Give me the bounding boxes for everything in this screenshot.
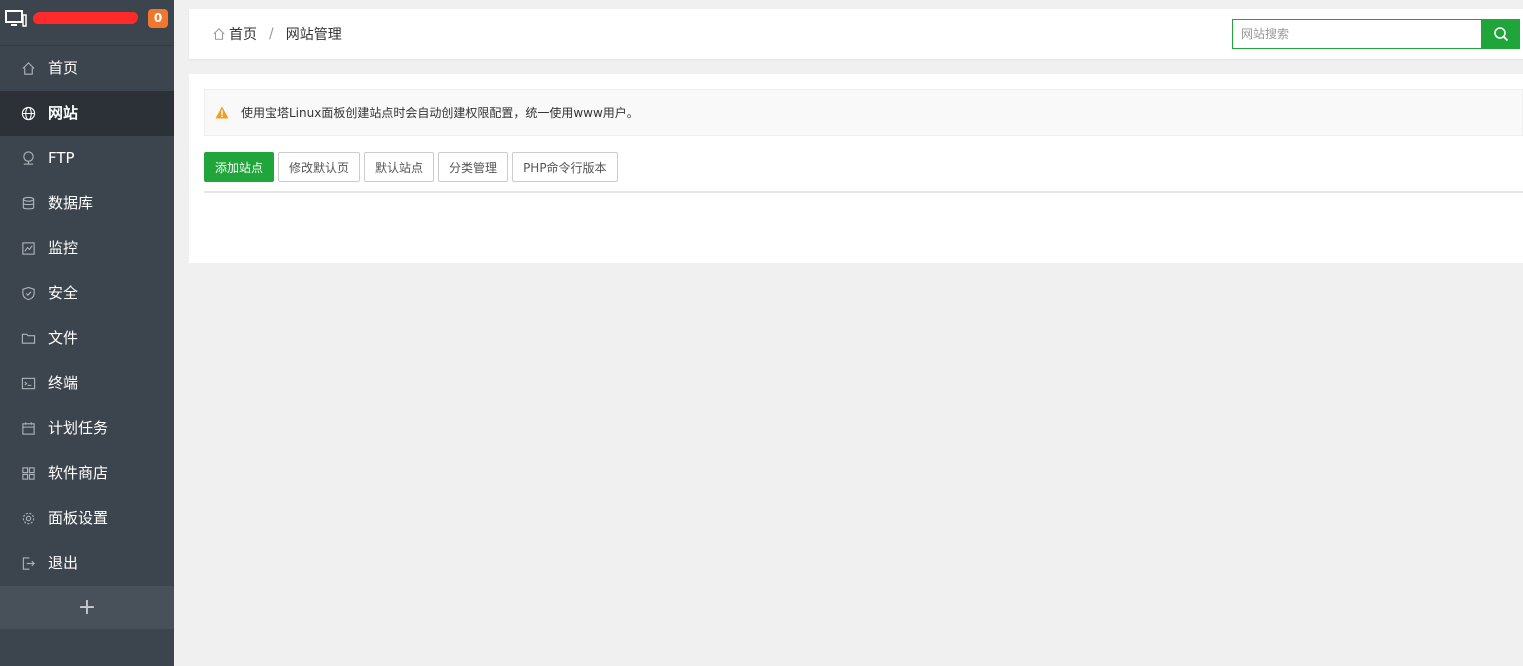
sidebar-header: 0 — [0, 0, 174, 46]
top-bar: 首页 / 网站管理 — [189, 9, 1523, 59]
category-manage-button[interactable]: 分类管理 — [438, 152, 509, 182]
sidebar-item-label: 终端 — [48, 374, 79, 392]
sidebar-item-terminal[interactable]: 终端 — [0, 361, 174, 406]
sidebar-item-label: 软件商店 — [48, 464, 109, 482]
sidebar: 0 首页 网站 FTP 数据库 监控 安全 文件 终端 计划任务 软件商店 面板… — [0, 0, 174, 666]
database-icon — [21, 196, 36, 211]
toolbar: 添加站点 修改默认页 默认站点 分类管理 PHP命令行版本 — [204, 152, 622, 182]
sidebar-item-label: 计划任务 — [48, 419, 109, 437]
add-site-button[interactable]: 添加站点 — [204, 152, 275, 182]
notification-badge[interactable]: 0 — [148, 9, 168, 28]
sidebar-item-logout[interactable]: 退出 — [0, 541, 174, 586]
shield-icon — [21, 286, 36, 301]
default-site-button[interactable]: 默认站点 — [364, 152, 435, 182]
sidebar-item-monitor[interactable]: 监控 — [0, 226, 174, 271]
redacted-hostname — [32, 12, 139, 24]
breadcrumb-home-link[interactable]: 首页 — [229, 24, 257, 44]
sidebar-item-cron[interactable]: 计划任务 — [0, 406, 174, 451]
php-cli-version-button[interactable]: PHP命令行版本 — [512, 152, 618, 182]
breadcrumb-separator: / — [269, 26, 274, 42]
breadcrumb: 首页 / 网站管理 — [212, 9, 342, 59]
calendar-icon — [21, 421, 36, 436]
sidebar-item-security[interactable]: 安全 — [0, 271, 174, 316]
sidebar-item-website[interactable]: 网站 — [0, 91, 174, 136]
sidebar-item-label: 首页 — [48, 59, 79, 77]
search-input[interactable] — [1232, 19, 1481, 49]
table-divider — [204, 191, 1523, 193]
folder-icon — [21, 331, 36, 346]
breadcrumb-current: 网站管理 — [285, 27, 342, 43]
sidebar-item-store[interactable]: 软件商店 — [0, 451, 174, 496]
ftp-icon — [21, 151, 36, 166]
sidebar-item-label: 面板设置 — [48, 509, 109, 527]
site-search — [1232, 19, 1520, 49]
sidebar-item-label: 文件 — [48, 329, 79, 347]
sidebar-item-label: FTP — [48, 149, 75, 167]
monitor-chart-icon — [21, 241, 36, 256]
grid-icon — [21, 466, 36, 481]
sidebar-item-label: 网站 — [48, 104, 79, 122]
terminal-icon — [21, 376, 36, 391]
site-management-panel: 使用宝塔Linux面板创建站点时会自动创建权限配置，统一使用www用户。 添加站… — [189, 74, 1523, 263]
sidebar-item-database[interactable]: 数据库 — [0, 181, 174, 226]
sidebar-item-home[interactable]: 首页 — [0, 46, 174, 91]
sidebar-item-label: 数据库 — [48, 194, 94, 212]
sidebar-item-label: 退出 — [48, 554, 79, 572]
sidebar-item-ftp[interactable]: FTP — [0, 136, 174, 181]
home-icon — [21, 61, 36, 76]
sidebar-item-files[interactable]: 文件 — [0, 316, 174, 361]
warning-icon — [215, 106, 229, 119]
sidebar-item-label: 监控 — [48, 239, 79, 257]
home-icon — [213, 28, 225, 40]
gear-icon — [21, 511, 36, 526]
sidebar-item-label: 安全 — [48, 284, 79, 302]
server-icon — [5, 10, 27, 27]
globe-icon — [21, 106, 36, 121]
logout-icon — [21, 556, 36, 571]
add-shortcut-button[interactable]: + — [0, 586, 174, 629]
notice-text: 使用宝塔Linux面板创建站点时会自动创建权限配置，统一使用www用户。 — [241, 106, 639, 120]
sidebar-item-settings[interactable]: 面板设置 — [0, 496, 174, 541]
search-button[interactable] — [1481, 19, 1520, 49]
info-notice: 使用宝塔Linux面板创建站点时会自动创建权限配置，统一使用www用户。 — [204, 89, 1523, 136]
search-icon — [1493, 27, 1508, 42]
edit-default-page-button[interactable]: 修改默认页 — [278, 152, 361, 182]
